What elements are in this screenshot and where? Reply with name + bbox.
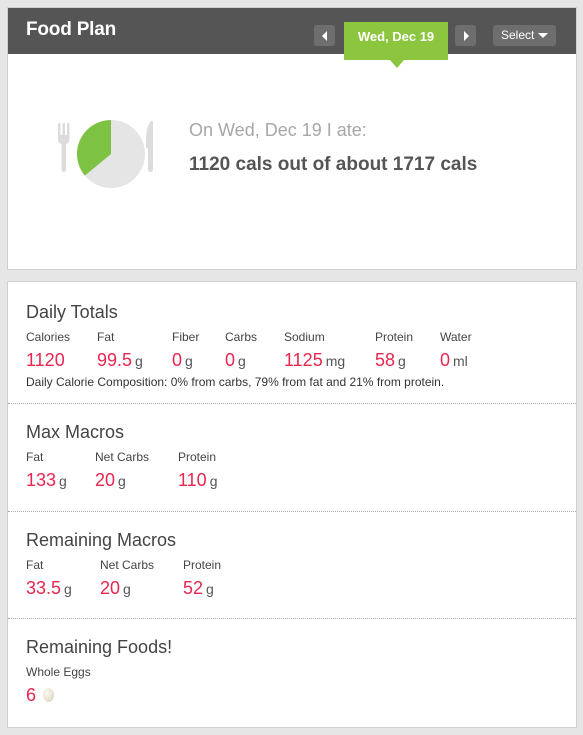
section-title: Remaining Macros: [26, 530, 177, 550]
stat-unit: g: [206, 581, 214, 597]
stat-label: Fat: [97, 330, 115, 344]
daily-fat-stat: Fat 99.5 g: [97, 330, 143, 371]
max-fat-stat: Fat 133 g: [26, 450, 67, 491]
stat-label: Calories: [26, 330, 71, 344]
max-macros-section: Max Macros Fat 133 g Net Carbs 20 g Protei…: [8, 404, 576, 512]
stat-value: 20: [100, 578, 121, 598]
ate-summary-text: On Wed, Dec 19 I ate:: [189, 120, 367, 140]
daily-fiber-stat: Fiber 0g: [172, 330, 199, 371]
stat-value: 1125: [284, 350, 323, 370]
stat-unit: mg: [325, 353, 346, 369]
section-title: Max Macros: [26, 422, 125, 442]
remaining-food-whole-eggs: Whole Eggs 6: [26, 665, 91, 706]
stat-unit: g: [238, 353, 246, 369]
max-protein-stat: Protein 110 g: [178, 450, 218, 491]
food-quantity: 6: [26, 685, 37, 705]
max-net-carbs-stat: Net Carbs 20 g: [95, 450, 149, 491]
current-date-label: Wed, Dec 19: [344, 22, 448, 68]
section-title: Daily Totals: [26, 302, 118, 322]
calories-summary-text: 1120 cals out of about 1717 cals: [189, 154, 478, 175]
stat-value: 33.5: [26, 578, 62, 598]
calorie-composition-text: Daily Calorie Composition: 0% from carbs…: [26, 375, 445, 389]
stat-value: 1120: [26, 350, 65, 370]
stat-value: 133: [26, 470, 57, 490]
stat-label: Water: [440, 330, 472, 344]
stat-unit: ml: [453, 353, 468, 369]
stat-unit: g: [398, 353, 406, 369]
stat-label: Fiber: [172, 330, 200, 344]
stat-label: Protein: [178, 450, 217, 464]
arrow-right-icon: [463, 30, 469, 41]
section-title: Remaining Foods!: [26, 637, 173, 657]
next-day-button[interactable]: [455, 25, 476, 46]
nutrition-details-card: Daily Totals Calories 1120 Fat 99.5 g Fib…: [7, 281, 577, 728]
stat-label: Protein: [375, 330, 414, 344]
stat-value: 110: [178, 470, 207, 490]
food-plan-header: Food Plan Wed, Dec 19 Select: [8, 8, 576, 68]
chevron-down-icon: [538, 33, 548, 38]
daily-water-stat: Water 0 ml: [440, 330, 472, 371]
daily-sodium-stat: Sodium 1125 mg: [284, 330, 345, 371]
stat-value: 0: [225, 350, 236, 370]
remaining-fat-stat: Fat 33.5 g: [26, 558, 72, 599]
knife-icon: [146, 120, 153, 172]
stat-value: 0: [172, 350, 183, 370]
stat-unit: g: [135, 353, 143, 369]
food-plan-card: Food Plan Wed, Dec 19 Select On Wed, Dec…: [7, 7, 577, 270]
stat-label: Net Carbs: [95, 450, 150, 464]
daily-calories-stat: Calories 1120: [26, 330, 70, 371]
remaining-macros-section: Remaining Macros Fat 33.5 g Net Carbs 20 g…: [8, 512, 576, 619]
stat-label: Net Carbs: [100, 558, 155, 572]
page-title: Food Plan: [26, 19, 117, 40]
egg-icon: [43, 688, 55, 702]
stat-label: Fat: [26, 450, 44, 464]
stat-unit: g: [64, 581, 72, 597]
stat-label: Carbs: [225, 330, 258, 344]
remaining-protein-stat: Protein 52 g: [183, 558, 221, 599]
select-label: Select: [501, 28, 535, 42]
remaining-net-carbs-stat: Net Carbs 20 g: [100, 558, 154, 599]
fork-icon: [58, 123, 70, 172]
stat-label: Protein: [183, 558, 222, 572]
stat-unit: g: [209, 473, 218, 489]
stat-value: 58: [375, 350, 396, 370]
arrow-left-icon: [321, 30, 327, 41]
stat-unit: g: [185, 353, 193, 369]
daily-protein-stat: Protein 58 g: [375, 330, 413, 371]
stat-unit: g: [123, 581, 131, 597]
stat-label: Sodium: [284, 330, 325, 344]
stat-value: 52: [183, 578, 204, 598]
food-label: Whole Eggs: [26, 665, 91, 679]
stat-unit: g: [118, 473, 126, 489]
plate-calorie-pie-icon: [58, 120, 153, 188]
stat-unit: g: [59, 473, 67, 489]
stat-value: 0: [440, 350, 451, 370]
stat-value: 20: [95, 470, 116, 490]
stat-label: Fat: [26, 558, 44, 572]
daily-carbs-stat: Carbs 0g: [225, 330, 257, 371]
stat-value: 99.5: [97, 350, 133, 370]
previous-day-button[interactable]: [314, 25, 335, 46]
remaining-foods-section: Remaining Foods! Whole Eggs 6: [8, 619, 576, 727]
select-dropdown-button[interactable]: Select: [493, 25, 556, 46]
daily-totals-section: Daily Totals Calories 1120 Fat 99.5 g Fib…: [8, 282, 576, 404]
